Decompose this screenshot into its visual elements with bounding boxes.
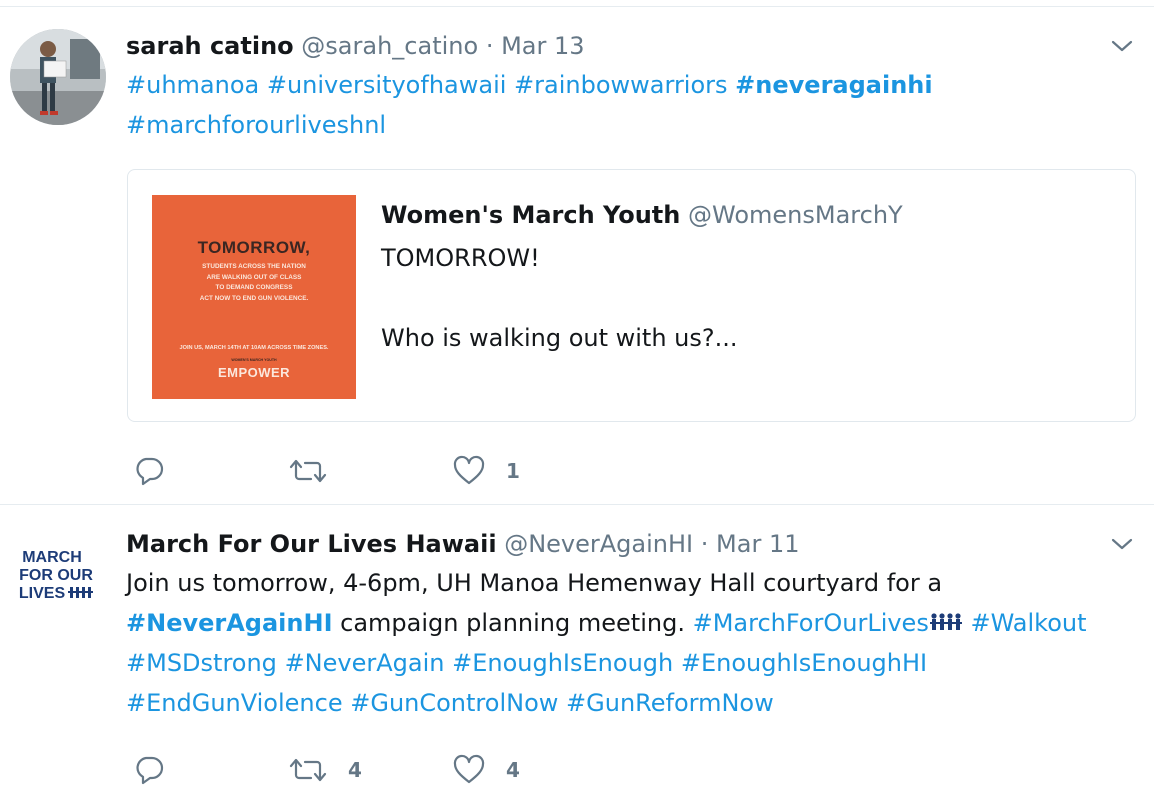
like-count: 1	[506, 459, 520, 483]
author-name[interactable]: March For Our Lives Hawaii	[126, 530, 497, 558]
tweet[interactable]: MARCH FOR OUR LIVES March For Our Lives …	[0, 505, 1154, 804]
march-for-our-lives-logo: MARCH FOR OUR LIVES	[10, 527, 106, 623]
tweet[interactable]: sarah catino @sarah_catino · Mar 13 #uhm…	[0, 7, 1154, 504]
hashtag[interactable]: #rainbowwarriors	[514, 71, 727, 99]
avatar[interactable]: MARCH FOR OUR LIVES	[10, 527, 106, 623]
quoted-author-handle[interactable]: @WomensMarchY	[688, 201, 903, 229]
author-name[interactable]: sarah catino	[126, 32, 294, 60]
heart-icon[interactable]	[452, 454, 486, 488]
chevron-down-icon[interactable]	[1110, 37, 1134, 55]
image-line: ARE WALKING OUT OF CLASS	[206, 273, 302, 281]
heart-icon[interactable]	[452, 753, 486, 787]
tweet-actions: 4 4	[0, 750, 1154, 790]
hashtag-highlighted[interactable]: #neveragainhi	[735, 71, 932, 99]
author-handle[interactable]: @sarah_catino	[301, 32, 478, 60]
tweet-date[interactable]: Mar 11	[716, 530, 799, 558]
tweet-text: Join us tomorrow, 4-6pm, UH Manoa Hemenw…	[126, 563, 1136, 723]
svg-text:LIVES: LIVES	[19, 585, 66, 602]
hashtag[interactable]: #EnoughIsEnoughHI	[681, 649, 927, 677]
quoted-author-name[interactable]: Women's March Youth	[381, 201, 680, 229]
tweet-actions: 1	[0, 451, 1154, 491]
reply-button[interactable]	[132, 750, 166, 790]
svg-text:FOR OUR: FOR OUR	[19, 567, 93, 584]
avatar-photo	[10, 29, 106, 125]
like-count: 4	[506, 758, 520, 782]
tweet-header: sarah catino @sarah_catino · Mar 13	[126, 29, 585, 63]
retweet-count: 4	[348, 758, 362, 782]
avatar[interactable]	[10, 29, 106, 125]
hashtag[interactable]: #MSDstrong	[126, 649, 277, 677]
chevron-down-icon[interactable]	[1110, 535, 1134, 553]
like-button[interactable]: 1	[452, 451, 520, 491]
tweet-date[interactable]: Mar 13	[501, 32, 584, 60]
hashtag[interactable]: #NeverAgain	[285, 649, 445, 677]
image-line: ACT NOW TO END GUN VIOLENCE.	[199, 294, 309, 302]
quoted-tweet-header: Women's March Youth @WomensMarchY	[381, 198, 903, 232]
hashtag[interactable]: #MarchForOurLives	[693, 609, 929, 637]
retweet-button[interactable]: 4	[288, 750, 362, 790]
like-button[interactable]: 4	[452, 750, 520, 790]
separator: ·	[700, 530, 709, 558]
hashtag[interactable]: #Walkout	[970, 609, 1086, 637]
quoted-tweet-image[interactable]: TOMORROW, STUDENTS ACROSS THE NATION ARE…	[152, 195, 356, 399]
image-text: STUDENTS ACROSS THE NATION ARE WALKING O…	[152, 262, 356, 304]
image-brand-text: EMPOWER	[217, 365, 291, 380]
retweet-icon[interactable]	[288, 753, 328, 787]
quoted-tweet-card[interactable]: TOMORROW, STUDENTS ACROSS THE NATION ARE…	[127, 169, 1136, 422]
hashtag-highlighted[interactable]: #NeverAgainHI	[126, 609, 333, 637]
retweet-icon[interactable]	[288, 454, 328, 488]
image-sub-text: WOMEN'S MARCH YOUTH	[231, 358, 277, 362]
hashtag[interactable]: #universityofhawaii	[267, 71, 507, 99]
hashtag[interactable]: #GunReformNow	[566, 689, 774, 717]
image-line: TO DEMAND CONGRESS	[215, 284, 293, 291]
hashtag[interactable]: #EnoughIsEnough	[452, 649, 673, 677]
image-line: STUDENTS ACROSS THE NATION	[202, 263, 306, 270]
march-emoji-icon	[929, 609, 963, 637]
reply-icon[interactable]	[132, 753, 166, 787]
separator: ·	[485, 32, 494, 60]
image-title: TOMORROW,	[197, 238, 311, 257]
reply-button[interactable]	[132, 451, 166, 491]
tweet-text: #uhmanoa #universityofhawaii #rainbowwar…	[126, 65, 1136, 145]
reply-icon[interactable]	[132, 454, 166, 488]
tweet-text-line: Join us tomorrow, 4-6pm, UH Manoa Hemenw…	[126, 569, 943, 597]
retweet-button[interactable]	[288, 451, 348, 491]
image-join-text: JOIN US, MARCH 14TH AT 10AM ACROSS TIME …	[179, 345, 329, 351]
tweet-text-segment: campaign planning meeting.	[332, 609, 693, 637]
author-handle[interactable]: @NeverAgainHI	[504, 530, 693, 558]
tweet-header: March For Our Lives Hawaii @NeverAgainHI…	[126, 527, 799, 561]
hashtag[interactable]: #EndGunViolence	[126, 689, 343, 717]
svg-text:MARCH: MARCH	[22, 549, 82, 566]
hashtag[interactable]: #uhmanoa	[126, 71, 259, 99]
quoted-tweet-text: TOMORROW! Who is walking out with us?...	[381, 244, 738, 352]
hashtag[interactable]: #GunControlNow	[350, 689, 558, 717]
hashtag[interactable]: #marchforourliveshnl	[126, 111, 386, 139]
